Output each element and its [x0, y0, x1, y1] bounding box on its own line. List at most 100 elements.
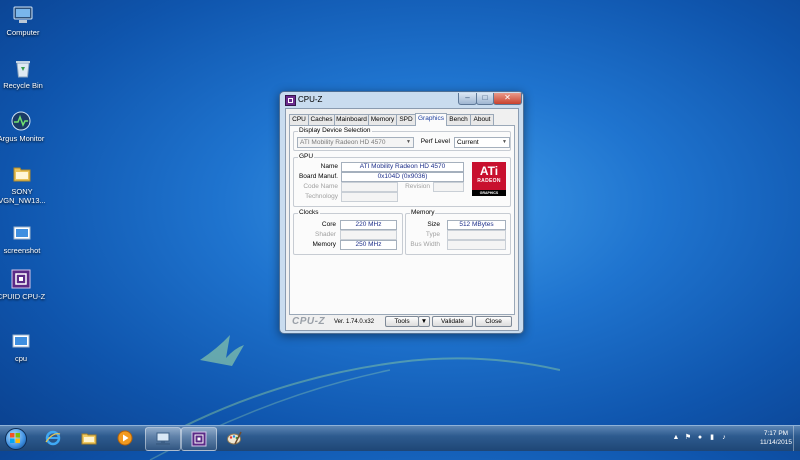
bus-width-value — [447, 240, 506, 250]
cpu-z-icon — [191, 431, 207, 447]
taskbar-cpu-z[interactable] — [181, 427, 217, 451]
tools-button-label: Tools — [394, 318, 410, 325]
chevron-down-icon: ▼ — [406, 139, 411, 145]
taskbar-media-player[interactable] — [108, 427, 142, 449]
close-button[interactable]: Close — [475, 316, 512, 327]
argus-monitor-icon — [10, 110, 32, 132]
technology-value — [341, 192, 398, 202]
tab-mainboard[interactable]: Mainboard — [334, 114, 369, 125]
taskbar-network-app[interactable] — [145, 427, 181, 451]
notification-area: ▲ ⚑ ● ▮ ♪ 7:17 PM 11/14/2015 — [670, 426, 800, 451]
window-client: CPU Caches Mainboard Memory SPD Graphics… — [285, 108, 519, 331]
cpu-z-brand: CPU-Z — [292, 316, 326, 327]
tab-memory[interactable]: Memory — [368, 114, 397, 125]
wifi-signal-icon[interactable]: ▮ — [708, 434, 716, 442]
group-title: Clocks — [298, 209, 320, 216]
desktop-icon-computer[interactable]: Computer — [0, 4, 48, 37]
close-window-button[interactable]: ✕ — [493, 93, 522, 105]
chevron-down-icon: ▼ — [420, 318, 428, 325]
action-center-flag-icon[interactable]: ⚑ — [684, 434, 692, 442]
paint-icon — [227, 431, 242, 445]
internet-explorer-icon — [45, 430, 61, 446]
tools-button[interactable]: Tools — [385, 316, 419, 327]
taskbar-paint[interactable] — [217, 427, 251, 449]
revision-label: Revision — [405, 183, 430, 190]
desktop-icon-label: SONY VGN_NW13... — [0, 187, 46, 205]
ati-radeon-logo: ATi RADEON GRAPHICS — [472, 162, 506, 196]
volume-icon[interactable]: ♪ — [720, 434, 728, 442]
group-title: GPU — [298, 153, 315, 160]
validate-button[interactable]: Validate — [432, 316, 473, 327]
taskbar: ▲ ⚑ ● ▮ ♪ 7:17 PM 11/14/2015 — [0, 425, 800, 451]
media-player-icon — [117, 430, 133, 446]
gpu-name-label: Name — [320, 163, 338, 170]
clock-time: 7:17 PM — [763, 430, 789, 437]
group-title: Display Device Selection — [298, 127, 372, 134]
tab-cpu[interactable]: CPU — [289, 114, 309, 125]
memory-type-label: Type — [425, 231, 440, 238]
memory-size-label: Size — [427, 221, 440, 228]
perf-level-label: Perf Level — [420, 138, 450, 145]
tab-caches[interactable]: Caches — [308, 114, 335, 125]
desktop-icon-label: cpu — [14, 354, 28, 363]
tab-about[interactable]: About — [470, 114, 494, 125]
desktop-icon-screenshot[interactable]: screenshot — [0, 222, 47, 255]
folder-icon — [81, 433, 97, 445]
cpu-z-app-icon — [285, 95, 296, 106]
technology-label: Technology — [305, 193, 338, 200]
desktop-icon-recycle-bin[interactable]: Recycle Bin — [0, 57, 48, 90]
image-file-icon — [11, 222, 33, 244]
window-footer: CPU-Z Ver. 1.74.0.x32 Tools ▼ Validate C… — [289, 316, 513, 327]
version-text: Ver. 1.74.0.x32 — [334, 319, 375, 325]
memory-clock-value: 250 MHz — [340, 240, 397, 250]
maximize-button[interactable]: □ — [476, 93, 494, 105]
code-name-value — [341, 182, 398, 192]
memory-type-value — [447, 230, 506, 240]
board-manuf-value: 0x104D (0x9036) — [341, 172, 464, 182]
device-select[interactable]: ATI Mobility Radeon HD 4570 ▼ — [297, 137, 414, 148]
computer-icon — [12, 4, 34, 26]
desktop-icon-label: screenshot — [3, 246, 41, 255]
bus-width-label: Bus Width — [410, 241, 440, 248]
system-clock[interactable]: 7:17 PM 11/14/2015 — [760, 429, 792, 447]
shader-clock-label: Shader — [315, 231, 336, 238]
memory-clock-label: Memory — [312, 241, 336, 248]
title-bar[interactable]: CPU-Z – □ ✕ — [280, 92, 523, 108]
taskbar-file-explorer[interactable] — [72, 427, 106, 449]
show-hidden-icons-icon[interactable]: ▲ — [672, 434, 680, 442]
tab-bench[interactable]: Bench — [446, 114, 471, 125]
desktop-icon-label: Recycle Bin — [3, 81, 43, 90]
window-title: CPU-Z — [298, 95, 323, 104]
chevron-down-icon: ▼ — [502, 139, 507, 145]
core-clock-label: Core — [321, 221, 336, 228]
taskbar-internet-explorer[interactable] — [36, 427, 70, 449]
gpu-name-value: ATI Mobility Radeon HD 4570 — [341, 162, 464, 172]
tools-dropdown-button[interactable]: ▼ — [418, 316, 430, 327]
security-shield-icon[interactable]: ● — [696, 434, 704, 442]
desktop-icon-label: Argus Monitor — [0, 134, 45, 143]
tab-graphics[interactable]: Graphics — [415, 113, 447, 126]
device-select-value: ATI Mobility Radeon HD 4570 — [300, 139, 386, 146]
desktop-icon-label: CPUID CPU-Z — [0, 292, 46, 301]
minimize-button[interactable]: – — [458, 93, 477, 105]
display-device-group: Display Device Selection ATI Mobility Ra… — [293, 127, 511, 151]
memory-size-value: 512 MBytes — [447, 220, 506, 230]
show-desktop-button[interactable] — [793, 426, 800, 451]
desktop-icon-sony-folder[interactable]: SONY VGN_NW13... — [0, 163, 47, 205]
revision-value — [433, 182, 464, 192]
recycle-bin-icon — [12, 57, 34, 79]
tab-spd[interactable]: SPD — [396, 114, 416, 125]
gpu-group: GPU Name ATI Mobility Radeon HD 4570 Boa… — [293, 153, 511, 207]
memory-group: Memory Size 512 MBytes Type Bus Width — [405, 209, 511, 255]
cpu-z-window: CPU-Z – □ ✕ CPU Caches Mainboard Memory … — [279, 91, 524, 334]
board-manuf-label: Board Manuf. — [298, 173, 338, 180]
group-title: Memory — [410, 209, 436, 216]
desktop-icon-cpu[interactable]: cpu — [0, 330, 46, 363]
desktop-icon-argus-monitor[interactable]: Argus Monitor — [0, 110, 46, 143]
perf-level-select[interactable]: Current ▼ — [454, 137, 510, 148]
image-file-icon — [10, 330, 32, 352]
desktop-icon-cpuid-cpu-z[interactable]: CPUID CPU-Z — [0, 268, 46, 301]
start-button[interactable] — [2, 426, 30, 451]
clock-date: 11/14/2015 — [759, 439, 792, 446]
logo-text: ATi — [479, 164, 499, 178]
